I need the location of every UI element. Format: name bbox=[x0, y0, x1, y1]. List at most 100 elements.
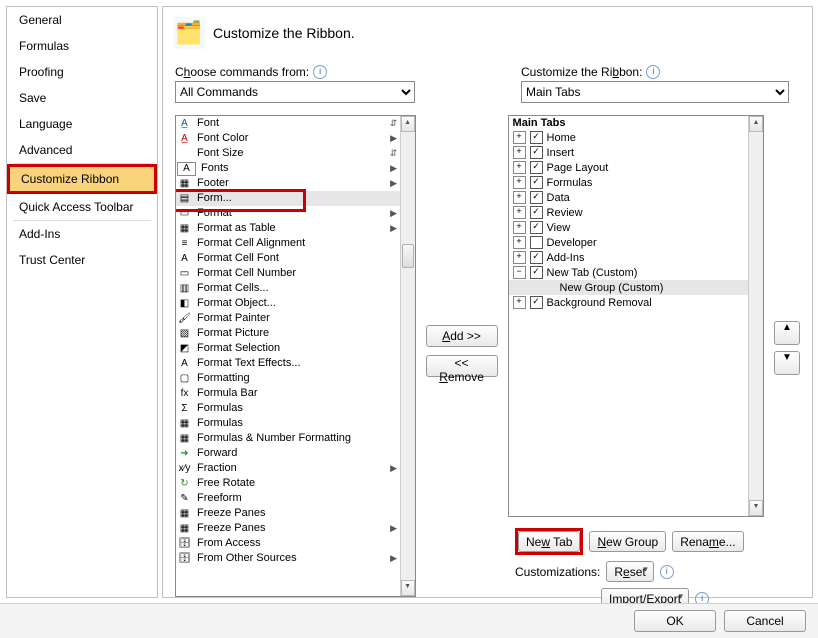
cancel-button[interactable]: Cancel bbox=[724, 610, 806, 632]
rename-button[interactable]: Rename... bbox=[672, 531, 743, 552]
sidebar-item-advanced[interactable]: Advanced bbox=[7, 137, 157, 163]
customize-ribbon-select[interactable]: Main Tabs bbox=[521, 81, 789, 103]
command-item[interactable]: 🗄From Access bbox=[176, 536, 401, 551]
sidebar-item-language[interactable]: Language bbox=[7, 111, 157, 137]
checkbox[interactable]: ✓ bbox=[530, 161, 543, 174]
expander-icon[interactable]: + bbox=[513, 236, 526, 249]
new-tab-button[interactable]: New Tab bbox=[518, 531, 580, 552]
tree-node[interactable]: New Group (Custom) bbox=[509, 280, 763, 295]
tree-node[interactable]: +✓Data bbox=[509, 190, 763, 205]
scroll-down-icon[interactable]: ▼ bbox=[749, 500, 763, 516]
scroll-up-icon[interactable]: ▲ bbox=[401, 116, 415, 132]
sidebar-item-formulas[interactable]: Formulas bbox=[7, 33, 157, 59]
command-item[interactable]: ↻Free Rotate bbox=[176, 476, 401, 491]
command-item[interactable]: ▦Freeze Panes▶ bbox=[176, 521, 401, 536]
command-item[interactable]: 🖌Format Painter bbox=[176, 311, 401, 326]
new-group-button[interactable]: New Group bbox=[589, 531, 666, 552]
command-item[interactable]: ▦Footer▶ bbox=[176, 176, 401, 191]
command-item[interactable]: AFormat Cell Font bbox=[176, 251, 401, 266]
command-item[interactable]: A̲Font Color▶ bbox=[176, 131, 401, 146]
info-icon[interactable]: i bbox=[313, 65, 327, 79]
command-item[interactable]: ◩Format Selection bbox=[176, 341, 401, 356]
expander-icon[interactable]: + bbox=[513, 146, 526, 159]
checkbox[interactable]: ✓ bbox=[530, 176, 543, 189]
command-item[interactable]: ◧Format Object... bbox=[176, 296, 401, 311]
command-item[interactable]: Font Size⇵ bbox=[176, 146, 401, 161]
expander-icon[interactable]: + bbox=[513, 131, 526, 144]
expander-icon[interactable]: + bbox=[513, 251, 526, 264]
command-item[interactable]: x⁄yFraction▶ bbox=[176, 461, 401, 476]
command-item[interactable]: ▢Formatting bbox=[176, 371, 401, 386]
checkbox[interactable] bbox=[530, 236, 543, 249]
checkbox[interactable]: ✓ bbox=[530, 191, 543, 204]
command-item[interactable]: ΣFormulas bbox=[176, 401, 401, 416]
sidebar-item-proofing[interactable]: Proofing bbox=[7, 59, 157, 85]
sidebar-item-addins[interactable]: Add-Ins bbox=[7, 221, 157, 247]
command-item[interactable]: ✎Freeform bbox=[176, 491, 401, 506]
expander-icon[interactable]: + bbox=[513, 161, 526, 174]
scroll-up-icon[interactable]: ▲ bbox=[749, 116, 763, 132]
tree-node[interactable]: +✓Formulas bbox=[509, 175, 763, 190]
checkbox[interactable]: ✓ bbox=[530, 206, 543, 219]
remove-button[interactable]: << Remove bbox=[426, 355, 498, 377]
ok-button[interactable]: OK bbox=[634, 610, 716, 632]
tree-label: Page Layout bbox=[545, 162, 609, 174]
move-up-button[interactable]: ▲ bbox=[774, 321, 800, 345]
sidebar-item-customize-ribbon[interactable]: Customize Ribbon bbox=[10, 167, 154, 191]
command-item[interactable]: ▦Formulas & Number Formatting bbox=[176, 431, 401, 446]
reset-button[interactable]: Reset bbox=[606, 561, 653, 582]
tree-node[interactable]: +✓Background Removal bbox=[509, 295, 763, 310]
command-item[interactable]: ▦Formulas bbox=[176, 416, 401, 431]
command-item[interactable]: fxFormula Bar bbox=[176, 386, 401, 401]
command-item[interactable]: 🗄From Other Sources▶ bbox=[176, 551, 401, 566]
expander-icon[interactable]: − bbox=[513, 266, 526, 279]
commands-scrollbar[interactable]: ▲ ▼ bbox=[400, 116, 415, 596]
sidebar-item-save[interactable]: Save bbox=[7, 85, 157, 111]
command-item[interactable]: ▭Format Cell Number bbox=[176, 266, 401, 281]
checkbox[interactable]: ✓ bbox=[530, 251, 543, 264]
sidebar-item-trust-center[interactable]: Trust Center bbox=[7, 247, 157, 273]
tree-node[interactable]: +✓View bbox=[509, 220, 763, 235]
tree-node[interactable]: −✓New Tab (Custom) bbox=[509, 265, 763, 280]
tree-node[interactable]: +✓Review bbox=[509, 205, 763, 220]
submenu-arrow-icon: ▶ bbox=[387, 221, 401, 236]
info-icon[interactable]: i bbox=[646, 65, 660, 79]
checkbox[interactable]: ✓ bbox=[530, 221, 543, 234]
checkbox[interactable]: ✓ bbox=[530, 131, 543, 144]
tree-node[interactable]: +✓Home bbox=[509, 130, 763, 145]
command-item[interactable]: ➜Forward bbox=[176, 446, 401, 461]
tree-node[interactable]: +✓Add-Ins bbox=[509, 250, 763, 265]
choose-commands-select[interactable]: All Commands bbox=[175, 81, 415, 103]
command-item[interactable]: ≡Format Cell Alignment bbox=[176, 236, 401, 251]
command-item[interactable]: ▥Format Cells... bbox=[176, 281, 401, 296]
command-item[interactable]: AFormat Text Effects... bbox=[176, 356, 401, 371]
command-item[interactable]: ▦Format as Table▶ bbox=[176, 221, 401, 236]
move-down-button[interactable]: ▼ bbox=[774, 351, 800, 375]
expander-icon[interactable]: + bbox=[513, 206, 526, 219]
command-item[interactable]: ▤Form... bbox=[176, 191, 401, 206]
sidebar-item-qat[interactable]: Quick Access Toolbar bbox=[7, 194, 157, 220]
checkbox[interactable]: ✓ bbox=[530, 296, 543, 309]
tree-node[interactable]: +✓Insert bbox=[509, 145, 763, 160]
ribbon-tree[interactable]: Main Tabs +✓Home+✓Insert+✓Page Layout+✓F… bbox=[508, 115, 764, 517]
tree-node[interactable]: +Developer bbox=[509, 235, 763, 250]
command-item[interactable]: AFonts▶ bbox=[176, 161, 401, 176]
expander-icon[interactable]: + bbox=[513, 221, 526, 234]
tree-node[interactable]: + ✓Page Layout bbox=[509, 160, 763, 175]
scroll-thumb[interactable] bbox=[402, 244, 414, 268]
scroll-down-icon[interactable]: ▼ bbox=[401, 580, 415, 596]
commands-listbox[interactable]: A̲Font⇵A̲Font Color▶Font Size⇵AFonts▶▦Fo… bbox=[175, 115, 416, 597]
sidebar-item-general[interactable]: General bbox=[7, 7, 157, 33]
command-item[interactable]: ▦Freeze Panes bbox=[176, 506, 401, 521]
checkbox[interactable]: ✓ bbox=[530, 266, 543, 279]
info-icon[interactable]: i bbox=[660, 565, 674, 579]
tree-scrollbar[interactable]: ▲ ▼ bbox=[748, 116, 763, 516]
expander-icon[interactable]: + bbox=[513, 176, 526, 189]
expander-icon[interactable]: + bbox=[513, 296, 526, 309]
command-item[interactable]: A̲Font⇵ bbox=[176, 116, 401, 131]
expander-icon[interactable]: + bbox=[513, 191, 526, 204]
command-item[interactable]: ▭Format▶ bbox=[176, 206, 401, 221]
command-item[interactable]: ▧Format Picture bbox=[176, 326, 401, 341]
add-button[interactable]: Add >> bbox=[426, 325, 498, 347]
checkbox[interactable]: ✓ bbox=[530, 146, 543, 159]
